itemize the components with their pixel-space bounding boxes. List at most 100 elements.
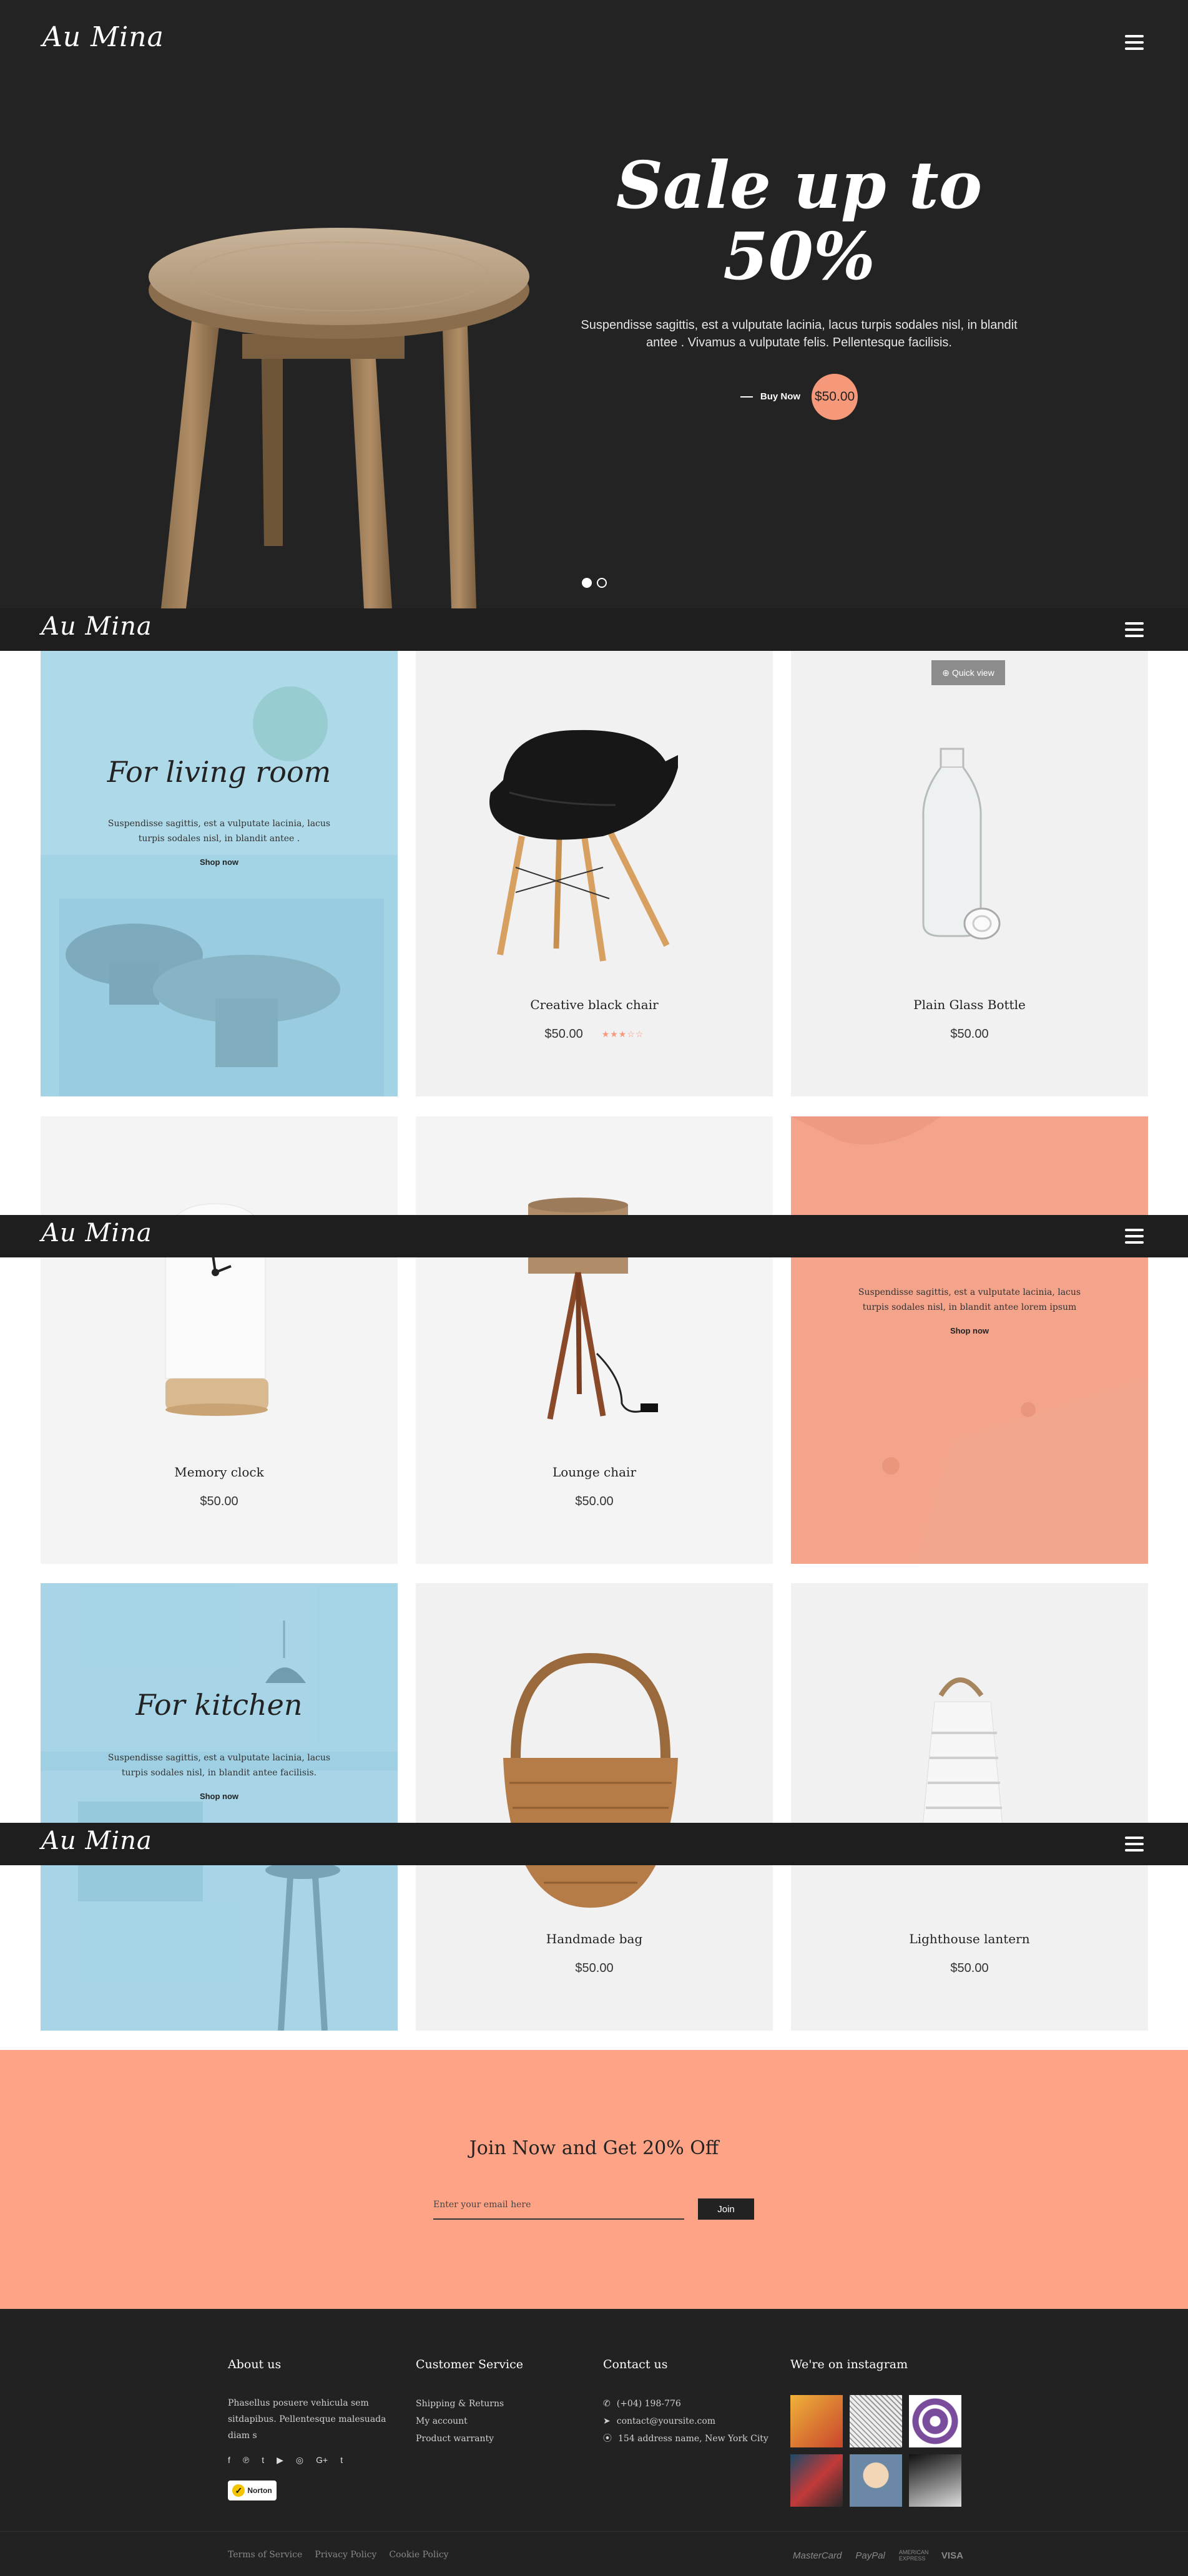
- product-name[interactable]: Handmade bag: [416, 1931, 773, 1946]
- check-icon: ✓: [232, 2484, 245, 2497]
- sticky-header: Au Mina: [0, 608, 1188, 651]
- norton-label: Norton: [247, 2486, 272, 2495]
- shipping-link[interactable]: Shipping & Returns: [416, 2395, 523, 2413]
- youtube-icon[interactable]: ▶: [277, 2455, 283, 2466]
- hero-actions: Buy Now $50.00: [562, 373, 1036, 420]
- twitter-icon[interactable]: t: [262, 2455, 264, 2466]
- slider-dot-1[interactable]: [582, 578, 592, 588]
- product-name[interactable]: Creative black chair: [416, 997, 773, 1012]
- promo-bedroom[interactable]: Suspendisse sagittis, est a vulputate la…: [791, 1116, 1148, 1564]
- product-card[interactable]: Lounge chair $50.00: [416, 1116, 773, 1564]
- footer: About us Phasellus posuere vehicula sem …: [0, 2309, 1188, 2576]
- product-price-row: $50.00: [791, 1027, 1148, 1042]
- product-price-row: $50.00: [416, 1961, 773, 1976]
- payment-methods: MasterCard PayPal AMERICAN EXPRESS VISA: [793, 2549, 963, 2562]
- instagram-grid: [790, 2395, 961, 2507]
- logo[interactable]: Au Mina: [41, 1219, 152, 1247]
- footer-about: About us Phasellus posuere vehicula sem …: [228, 2358, 390, 2500]
- promo-living-room[interactable]: For living room Suspendisse sagittis, es…: [41, 649, 398, 1096]
- shop-now-link[interactable]: Shop now: [41, 857, 398, 867]
- instagram-thumb[interactable]: [850, 2454, 902, 2507]
- promo-description: Suspendisse sagittis, est a vulputate la…: [107, 819, 331, 844]
- shop-now-link[interactable]: Shop now: [41, 1792, 398, 1801]
- email-input[interactable]: [433, 2195, 684, 2220]
- product-price: $50.00: [575, 1495, 614, 1508]
- product-card[interactable]: Memory clock $50.00: [41, 1116, 398, 1564]
- glass-bottle-image: [922, 748, 1001, 940]
- menu-icon[interactable]: [1125, 1229, 1144, 1244]
- product-card[interactable]: ⊕ Quick view Plain Glass Bottle $50.00: [791, 649, 1148, 1096]
- instagram-icon[interactable]: ◎: [296, 2455, 303, 2466]
- footer-heading: About us: [228, 2358, 282, 2371]
- address-text: 154 address name, New York City: [618, 2434, 768, 2444]
- promo-kitchen[interactable]: For kitchen Suspendisse sagittis, est a …: [41, 1583, 398, 2031]
- hero-copy: Sale up to 50% Suspendisse sagittis, est…: [562, 149, 1036, 420]
- promo-title: For living room: [107, 755, 331, 789]
- product-price: $50.00: [950, 1027, 989, 1041]
- logo[interactable]: Au Mina: [41, 612, 152, 641]
- tumblr-icon[interactable]: t: [340, 2455, 343, 2466]
- slider-dots: [582, 578, 607, 588]
- my-account-link[interactable]: My account: [416, 2413, 523, 2430]
- warranty-link[interactable]: Product warranty: [416, 2430, 523, 2447]
- product-name[interactable]: Memory clock: [41, 1465, 398, 1480]
- email-text[interactable]: contact@yoursite.com: [617, 2413, 715, 2430]
- footer-service: Customer Service Shipping & Returns My a…: [416, 2358, 523, 2447]
- footer-heading: Contact us: [603, 2358, 668, 2371]
- product-price-row: $50.00: [41, 1495, 398, 1509]
- instagram-thumb[interactable]: [909, 2395, 961, 2447]
- shop-now-link[interactable]: Shop now: [791, 1326, 1148, 1335]
- cookie-link[interactable]: Cookie Policy: [389, 2550, 448, 2560]
- quick-view-button[interactable]: ⊕ Quick view: [931, 660, 1005, 685]
- product-card[interactable]: Handmade bag $50.00: [416, 1583, 773, 2031]
- promo-overlay: [41, 1583, 398, 2031]
- newsletter-title: Join Now and Get 20% Off: [469, 2137, 719, 2159]
- google-plus-icon[interactable]: G+: [316, 2455, 328, 2466]
- lounge-chair-image: [528, 1198, 658, 1420]
- instagram-thumb[interactable]: [790, 2454, 843, 2507]
- menu-icon[interactable]: [1125, 1837, 1144, 1852]
- pinterest-icon[interactable]: ℗: [243, 2455, 249, 2466]
- buy-now-label: Buy Now: [760, 391, 801, 402]
- privacy-link[interactable]: Privacy Policy: [315, 2550, 376, 2560]
- logo[interactable]: Au Mina: [41, 1827, 152, 1855]
- buy-now-link[interactable]: Buy Now: [740, 391, 800, 402]
- promo-description: Suspendisse sagittis, est a vulputate la…: [858, 1287, 1081, 1312]
- product-name[interactable]: Lounge chair: [416, 1465, 773, 1480]
- phone-text: (+04) 198-776: [616, 2399, 681, 2409]
- phone-icon: ✆: [603, 2399, 611, 2409]
- quick-view-label: Quick view: [952, 668, 994, 678]
- slider-dot-2[interactable]: [597, 578, 607, 588]
- newsletter-section: Join Now and Get 20% Off Join: [0, 2050, 1188, 2309]
- product-card[interactable]: Lighthouse lantern $50.00: [791, 1583, 1148, 2031]
- product-card[interactable]: Creative black chair $50.00 ★★★☆☆: [416, 649, 773, 1096]
- paypal-icon: PayPal: [855, 2550, 885, 2561]
- promo-description: Suspendisse sagittis, est a vulputate la…: [107, 1753, 331, 1778]
- product-price-row: $50.00 ★★★☆☆: [416, 1027, 773, 1042]
- instagram-thumb[interactable]: [790, 2395, 843, 2447]
- sticky-header: Au Mina: [0, 1823, 1188, 1865]
- mastercard-icon: MasterCard: [793, 2550, 842, 2561]
- footer-heading: Customer Service: [416, 2358, 524, 2371]
- instagram-thumb[interactable]: [909, 2454, 961, 2507]
- join-button[interactable]: Join: [698, 2198, 754, 2220]
- logo[interactable]: Au Mina: [42, 21, 164, 53]
- black-chair-image: [489, 729, 678, 962]
- rating-stars-icon: ★★★☆☆: [601, 1029, 644, 1039]
- dash-icon: [740, 396, 753, 398]
- menu-icon[interactable]: [1125, 35, 1144, 50]
- product-price: $50.00: [950, 1961, 989, 1975]
- product-name[interactable]: Plain Glass Bottle: [791, 997, 1148, 1012]
- product-price-row: $50.00: [791, 1961, 1148, 1976]
- product-price-row: $50.00: [416, 1495, 773, 1509]
- about-text: Phasellus posuere vehicula sem sitdapibu…: [228, 2398, 386, 2441]
- instagram-thumb[interactable]: [850, 2395, 902, 2447]
- memory-clock-image: [165, 1203, 268, 1416]
- product-name[interactable]: Lighthouse lantern: [791, 1931, 1148, 1946]
- facebook-icon[interactable]: f: [228, 2455, 230, 2466]
- sticky-header: Au Mina: [0, 1215, 1188, 1257]
- menu-icon[interactable]: [1125, 622, 1144, 637]
- stool-image: [149, 228, 529, 608]
- terms-link[interactable]: Terms of Service: [228, 2550, 302, 2560]
- address-item: ⦿ 154 address name, New York City: [603, 2430, 768, 2447]
